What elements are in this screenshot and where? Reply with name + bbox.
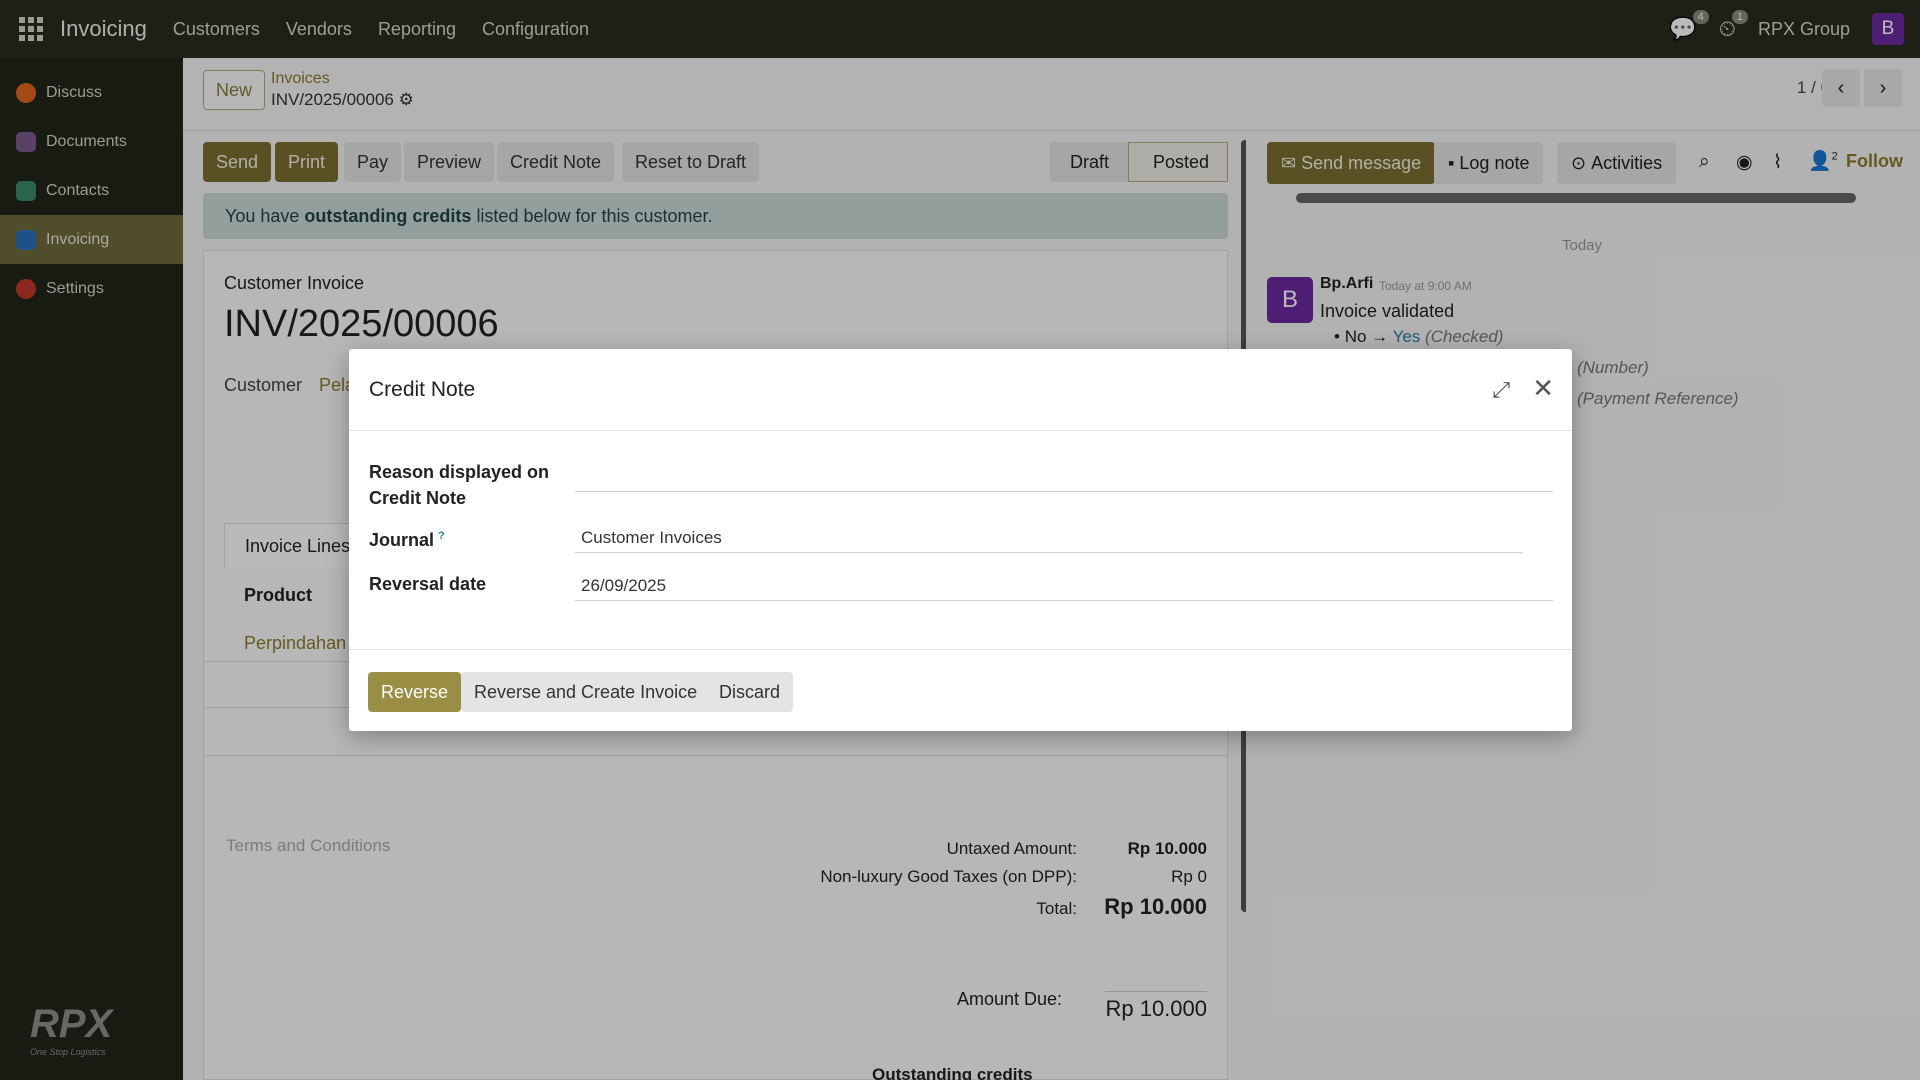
reason-label: Reason displayed on Credit Note bbox=[369, 462, 550, 508]
dialog-title: Credit Note bbox=[369, 377, 476, 401]
modal-backdrop-side bbox=[0, 58, 183, 1080]
discard-button[interactable]: Discard bbox=[706, 672, 794, 712]
credit-note-dialog: Credit Note ⤢ ✕ Reason displayed on Cred… bbox=[349, 349, 1572, 731]
journal-label: Journal? bbox=[369, 530, 445, 550]
reason-input[interactable] bbox=[575, 462, 1553, 492]
reversal-date-label: Reversal date bbox=[369, 574, 487, 594]
dialog-footer: Reverse Reverse and Create Invoice Disca… bbox=[349, 649, 1572, 731]
help-icon[interactable]: ? bbox=[438, 530, 445, 542]
reversal-date-input[interactable]: 26/09/2025 bbox=[575, 571, 1553, 601]
close-icon[interactable]: ✕ bbox=[1532, 373, 1554, 404]
reverse-and-create-invoice-button[interactable]: Reverse and Create Invoice bbox=[461, 672, 711, 712]
journal-select[interactable]: Customer Invoices bbox=[575, 523, 1523, 553]
expand-icon[interactable]: ⤢ bbox=[1492, 377, 1510, 403]
dialog-header: Credit Note ⤢ ✕ bbox=[349, 349, 1572, 431]
modal-backdrop-top bbox=[0, 0, 1920, 58]
reverse-button[interactable]: Reverse bbox=[368, 672, 462, 712]
